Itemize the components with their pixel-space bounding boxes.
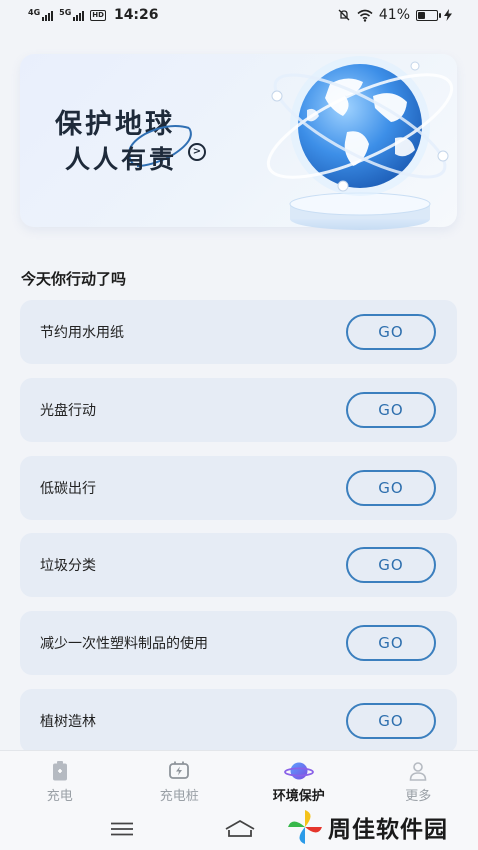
network-label-1: 4G [28, 8, 41, 17]
pinwheel-logo-icon [288, 810, 322, 844]
battery-icon [416, 9, 441, 21]
tab-label: 充电桩 [159, 789, 199, 804]
main-content[interactable]: 保护地球 人人有责 > 今天你行动了吗 节约用水用纸 GO 光盘行动 GO 低碳… [0, 30, 478, 750]
task-item: 节约用水用纸 GO [20, 300, 457, 364]
task-item: 植树造林 GO [20, 689, 457, 750]
network-label-2: 5G [59, 8, 72, 17]
tab-label: 充电 [46, 789, 73, 804]
hd-voice-icon: HD [90, 9, 106, 21]
task-item: 光盘行动 GO [20, 378, 457, 442]
user-icon [409, 762, 427, 781]
battery-level-fill [418, 11, 425, 19]
globe-illustration [266, 56, 454, 230]
task-label: 节约用水用纸 [40, 325, 124, 341]
go-button[interactable]: GO [346, 703, 436, 739]
tab-more[interactable]: 更多 [359, 751, 478, 809]
banner-title-line2: 人人有责 [65, 145, 178, 174]
task-item: 垃圾分类 GO [20, 533, 457, 597]
wifi-icon [357, 9, 373, 22]
task-item: 减少一次性塑料制品的使用 GO [20, 611, 457, 675]
task-label: 低碳出行 [40, 481, 96, 497]
status-left: 4G 5G HD 14:26 [28, 7, 159, 23]
charging-pile-icon [169, 761, 190, 779]
watermark-text: 周佳软件园 [328, 817, 448, 843]
go-button[interactable]: GO [346, 470, 436, 506]
section-title: 今天你行动了吗 [21, 270, 127, 288]
mute-icon [338, 9, 350, 21]
banner-arrow-icon[interactable]: > [188, 143, 206, 161]
tab-charging-pile[interactable]: 充电桩 [120, 751, 240, 809]
go-button[interactable]: GO [346, 547, 436, 583]
bottom-tab-bar: 充电 充电桩 环境保护 更多 [0, 750, 478, 809]
task-label: 植树造林 [40, 714, 96, 730]
tab-label: 更多 [405, 789, 432, 804]
task-label: 垃圾分类 [40, 558, 96, 574]
tab-environment[interactable]: 环境保护 [239, 751, 359, 809]
signal-5g-icon: 5G [59, 8, 85, 21]
home-icon[interactable] [224, 818, 256, 840]
task-item: 低碳出行 GO [20, 456, 457, 520]
go-button[interactable]: GO [346, 392, 436, 428]
go-button[interactable]: GO [346, 314, 436, 350]
task-label: 光盘行动 [40, 403, 96, 419]
battery-percent: 41% [378, 7, 410, 23]
earth-banner[interactable]: 保护地球 人人有责 > [20, 54, 457, 230]
watermark: 周佳软件园 [286, 806, 472, 846]
planet-icon [283, 762, 314, 780]
status-right: 41% [337, 7, 452, 23]
battery-charge-icon [52, 761, 67, 781]
menu-icon[interactable] [110, 822, 134, 836]
status-bar: 4G 5G HD 14:26 41% [0, 0, 478, 30]
status-time: 14:26 [113, 7, 159, 23]
tab-charge[interactable]: 充电 [0, 751, 120, 809]
task-label: 减少一次性塑料制品的使用 [40, 636, 208, 652]
go-button[interactable]: GO [346, 625, 436, 661]
tab-label: 环境保护 [272, 789, 325, 804]
charging-bolt-icon [444, 9, 452, 21]
signal-4g-icon: 4G [28, 8, 54, 21]
